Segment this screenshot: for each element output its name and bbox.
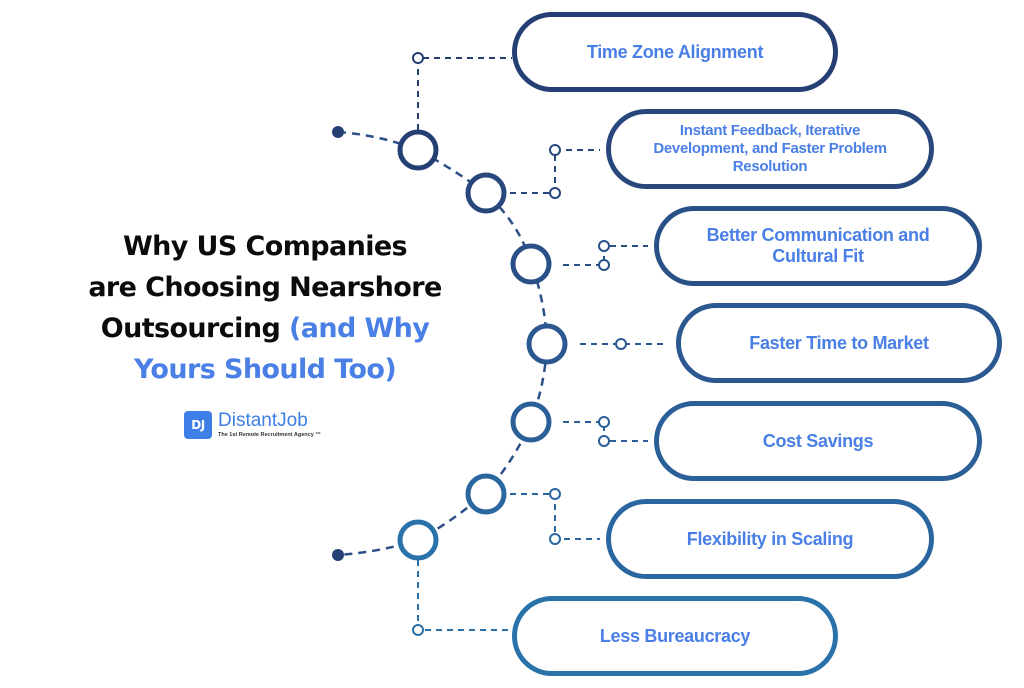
spine-node-6 [465, 473, 507, 515]
title-line-3-accent: (and Why [288, 313, 430, 344]
connector-node [598, 435, 610, 447]
item-label: Less Bureaucracy [599, 625, 751, 646]
spine-start-dot [332, 126, 344, 138]
spine-node-2 [465, 172, 507, 214]
spine-node-4 [526, 323, 568, 365]
spine-end-dot [332, 549, 344, 561]
spine-node-1 [397, 129, 439, 171]
connector-node [412, 52, 424, 64]
distantjob-logo: DJ DistantJob The 1st Remote Recruitment… [184, 411, 321, 439]
connector-node [549, 144, 561, 156]
item-label: Better Communication and Cultural Fit [706, 225, 930, 266]
title-line-1: Why US Companies [122, 231, 408, 262]
logo-name: DistantJob [218, 410, 308, 431]
connector-node [549, 533, 561, 545]
spine-node-3 [510, 243, 552, 285]
item-label: Time Zone Alignment [586, 41, 764, 62]
connector-node [598, 416, 610, 428]
item-label: Instant Feedback, Iterative Development,… [653, 122, 887, 175]
item-less-bureaucracy: Less Bureaucracy [512, 596, 838, 676]
connector-6 [510, 493, 600, 540]
connector-node [598, 259, 610, 271]
title-line-3-black: Outsourcing [100, 313, 289, 344]
title-line-3: Outsourcing (and Why [40, 308, 490, 349]
title-line-2: are Choosing Nearshore [88, 272, 442, 303]
connector-node [412, 624, 424, 636]
connector-node [549, 488, 561, 500]
item-label: Cost Savings [762, 430, 874, 451]
connector-7 [417, 560, 512, 631]
item-time-zone-alignment: Time Zone Alignment [512, 12, 838, 92]
item-label: Flexibility in Scaling [686, 528, 854, 549]
item-flexibility-in-scaling: Flexibility in Scaling [606, 499, 934, 579]
logo-tagline: The 1st Remote Recruitment Agency ™ [218, 432, 321, 438]
item-label: Faster Time to Market [749, 332, 929, 353]
title-line-4: Yours Should Too) [133, 354, 397, 385]
item-faster-time-to-market: Faster Time to Market [676, 303, 1002, 383]
connector-node [598, 240, 610, 252]
logo-badge-icon: DJ [184, 411, 212, 439]
item-instant-feedback: Instant Feedback, Iterative Development,… [606, 109, 934, 189]
connector-2 [510, 149, 600, 194]
connector-1 [417, 57, 512, 130]
connector-node [615, 338, 627, 350]
spine-node-5 [510, 401, 552, 443]
item-better-communication: Better Communication and Cultural Fit [654, 206, 982, 286]
connector-node [549, 187, 561, 199]
spine-node-7 [397, 519, 439, 561]
item-cost-savings: Cost Savings [654, 401, 982, 481]
page-title: Why US Companies are Choosing Nearshore … [40, 226, 490, 390]
